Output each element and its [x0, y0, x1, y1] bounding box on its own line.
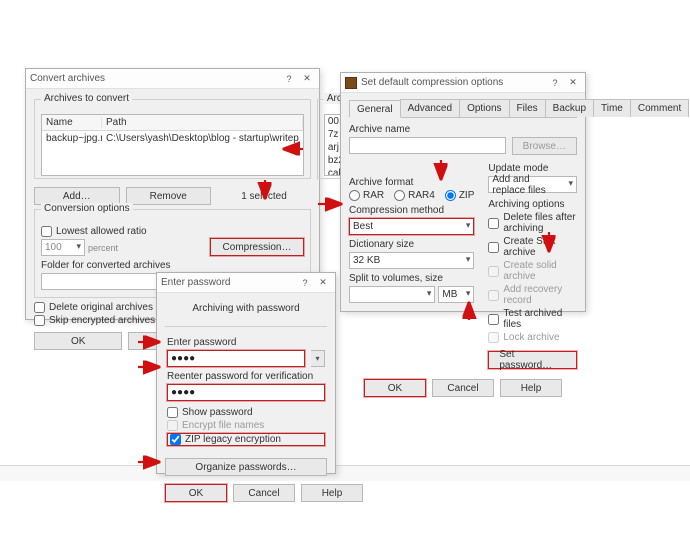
dictionary-size-label: Dictionary size [349, 239, 474, 250]
dialog-heading: Archiving with password [165, 299, 327, 322]
password-confirm-input[interactable]: ●●●● [167, 384, 325, 401]
reenter-password-label: Reenter password for verification [167, 371, 325, 382]
password-input[interactable]: ●●●● [167, 350, 305, 367]
archive-format-label: Archive format [349, 177, 474, 188]
chevron-down-icon[interactable]: ▾ [311, 350, 325, 367]
organize-passwords-button[interactable]: Organize passwords… [165, 458, 327, 476]
archiving-options-label: Archiving options [488, 199, 577, 210]
create-solid-check: Create solid archive [488, 260, 577, 282]
delete-after-check[interactable]: Delete files after archiving [488, 212, 577, 234]
show-password-check[interactable]: Show password [167, 407, 325, 418]
dictionary-size-select[interactable]: 32 KB [349, 252, 474, 269]
cell-path: C:\Users\yash\Desktop\blog - startup\wri… [102, 133, 303, 144]
tab-advanced[interactable]: Advanced [400, 99, 460, 117]
close-icon[interactable]: ✕ [565, 76, 581, 90]
dialog-title: Enter password [161, 277, 230, 288]
compression-method-label: Compression method [349, 205, 474, 216]
tab-bar: General Advanced Options Files Backup Ti… [349, 99, 577, 118]
ratio-value-select[interactable]: 100 [41, 239, 85, 256]
encrypt-names-checkbox [167, 420, 178, 431]
lowest-ratio-checkbox[interactable] [41, 226, 52, 237]
lowest-ratio-label: Lowest allowed ratio [56, 226, 147, 237]
col-name: Name [42, 117, 102, 128]
enter-password-dialog: Enter password ? ✕ Archiving with passwo… [156, 272, 336, 474]
help-button[interactable]: Help [500, 379, 562, 397]
split-unit-select[interactable]: MB [438, 286, 474, 303]
skip-encrypted-checkbox[interactable] [34, 315, 45, 326]
titlebar: Set default compression options ? ✕ [341, 73, 585, 93]
encrypt-names-label: Encrypt file names [182, 420, 264, 431]
dialog-title: Convert archives [30, 73, 105, 84]
ok-button[interactable]: OK [364, 379, 426, 397]
encrypt-names-check: Encrypt file names [167, 420, 325, 431]
compression-options-dialog: Set default compression options ? ✕ Gene… [340, 72, 586, 312]
archive-name-label: Archive name [349, 124, 577, 135]
group-legend: Conversion options [41, 203, 133, 214]
zip-legacy-checkbox[interactable] [170, 434, 181, 445]
ok-button[interactable]: OK [165, 484, 227, 502]
cell-name: backup~jpg.rar [42, 133, 102, 144]
split-size-select[interactable] [349, 286, 435, 303]
show-password-label: Show password [182, 407, 253, 418]
lock-archive-check: Lock archive [488, 332, 577, 343]
titlebar: Convert archives ? ✕ [26, 69, 319, 89]
update-mode-label: Update mode [488, 163, 577, 174]
selected-count: 1 selected [217, 191, 311, 202]
radio-rar[interactable]: RAR [349, 190, 384, 201]
titlebar: Enter password ? ✕ [157, 273, 335, 293]
enter-password-label: Enter password [167, 337, 325, 348]
help-icon[interactable]: ? [281, 72, 297, 86]
help-button[interactable]: Help [301, 484, 363, 502]
lowest-ratio-check[interactable]: Lowest allowed ratio [41, 226, 204, 237]
show-password-checkbox[interactable] [167, 407, 178, 418]
tab-comment[interactable]: Comment [630, 99, 689, 117]
remove-button[interactable]: Remove [126, 187, 212, 205]
zip-legacy-check[interactable]: ZIP legacy encryption [167, 433, 325, 446]
ok-button[interactable]: OK [34, 332, 122, 350]
test-archived-check[interactable]: Test archived files [488, 308, 577, 330]
app-icon [345, 77, 357, 89]
close-icon[interactable]: ✕ [315, 276, 331, 290]
set-password-button[interactable]: Set password… [488, 351, 577, 369]
help-icon[interactable]: ? [547, 76, 563, 90]
dialog-title: Set default compression options [361, 77, 503, 88]
compression-button[interactable]: Compression… [210, 238, 304, 256]
update-mode-select[interactable]: Add and replace files [488, 176, 577, 193]
compression-method-select[interactable]: Best [349, 218, 474, 235]
archives-list[interactable]: Name Path backup~jpg.rar C:\Users\yash\D… [41, 114, 304, 176]
radio-zip[interactable]: ZIP [445, 190, 475, 201]
help-icon[interactable]: ? [297, 276, 313, 290]
delete-original-label: Delete original archives [49, 302, 153, 313]
status-bar: Total 1 folder [0, 465, 690, 481]
tab-general[interactable]: General [349, 100, 401, 118]
radio-rar4[interactable]: RAR4 [394, 190, 435, 201]
tab-options[interactable]: Options [459, 99, 509, 117]
tab-files[interactable]: Files [509, 99, 546, 117]
archive-format-radios: RAR RAR4 ZIP [349, 190, 474, 201]
group-legend: Archives to convert [41, 93, 132, 104]
list-header: Name Path [42, 115, 303, 131]
browse-button[interactable]: Browse… [512, 137, 577, 155]
add-recovery-check: Add recovery record [488, 284, 577, 306]
archive-name-input[interactable] [349, 137, 506, 154]
skip-encrypted-label: Skip encrypted archives [49, 315, 155, 326]
tab-time[interactable]: Time [593, 99, 631, 117]
close-icon[interactable]: ✕ [299, 72, 315, 86]
password-group: Enter password ●●●● ▾ Reenter password f… [165, 326, 327, 450]
cancel-button[interactable]: Cancel [432, 379, 494, 397]
archives-to-convert-group: Archives to convert Name Path backup~jpg… [34, 99, 311, 179]
ratio-unit: percent [88, 243, 118, 253]
cancel-button[interactable]: Cancel [233, 484, 295, 502]
delete-original-checkbox[interactable] [34, 302, 45, 313]
col-path: Path [102, 117, 303, 128]
list-item[interactable]: backup~jpg.rar C:\Users\yash\Desktop\blo… [42, 131, 303, 145]
create-sfx-check[interactable]: Create SFX archive [488, 236, 577, 258]
zip-legacy-label: ZIP legacy encryption [185, 434, 281, 445]
split-volumes-label: Split to volumes, size [349, 273, 474, 284]
folder-label: Folder for converted archives [41, 260, 304, 271]
tab-backup[interactable]: Backup [545, 99, 594, 117]
